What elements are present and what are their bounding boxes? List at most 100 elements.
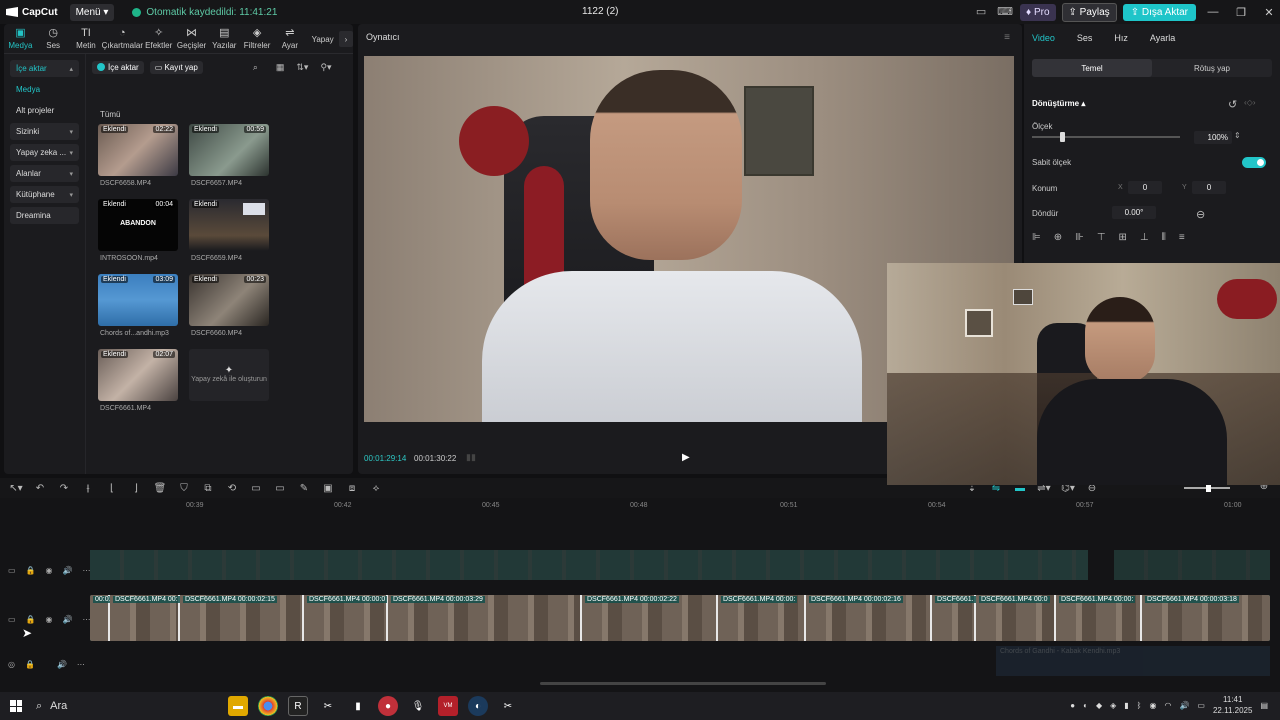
align-center-h-icon[interactable]: ⊕: [1054, 232, 1062, 243]
mic-app-icon[interactable]: ▮: [348, 696, 368, 716]
export-button[interactable]: ⇪ Dışa Aktar: [1122, 3, 1196, 21]
time-ruler[interactable]: 00:39 00:42 00:45 00:48 00:51 00:54 00:5…: [90, 498, 1280, 514]
tab-audio-settings[interactable]: Ses: [1077, 33, 1093, 43]
split-icon[interactable]: ⫲: [76, 483, 100, 494]
bluetooth-icon[interactable]: ᛒ: [1137, 701, 1142, 710]
transform-section[interactable]: Dönüştürme ▴: [1032, 99, 1085, 108]
redo-icon[interactable]: ↷: [52, 483, 76, 494]
tab-media[interactable]: ▣ Medya: [4, 24, 37, 53]
video-clip[interactable]: DSCF6661.MP4 00:00:02:15: [180, 595, 304, 641]
wifi-icon[interactable]: ◠: [1164, 701, 1171, 710]
caption-icon[interactable]: ▣: [316, 483, 340, 494]
tray-app-icon[interactable]: ▮: [1124, 701, 1128, 710]
sidebar-item-library[interactable]: Kütüphane ▾: [10, 186, 79, 203]
zoom-slider[interactable]: [1184, 484, 1230, 492]
tab-ai[interactable]: Yapay: [306, 24, 339, 53]
media-thumbnail[interactable]: Eklendi 02:22: [98, 124, 178, 176]
capcut-icon[interactable]: ✂: [498, 696, 518, 716]
align-left-icon[interactable]: ⊫: [1032, 232, 1041, 243]
media-thumbnail[interactable]: Eklendi 03:09: [98, 274, 178, 326]
video-clip[interactable]: DSCF6661.MP4 00:00:02:16: [806, 595, 932, 641]
distribute-v-icon[interactable]: ≡: [1179, 232, 1185, 243]
align-bottom-icon[interactable]: ⊥: [1140, 232, 1149, 243]
menu-button[interactable]: Menü ▾: [69, 3, 115, 21]
cover-icon[interactable]: ▭: [8, 615, 16, 624]
windows-start-icon[interactable]: [10, 700, 22, 712]
taskbar-clock[interactable]: 11:41 22.11.2025: [1213, 694, 1252, 716]
video-clip[interactable]: 00:01:: [90, 595, 117, 641]
timeline-scrollbar[interactable]: [540, 682, 826, 685]
crop-icon[interactable]: ⧉: [196, 483, 220, 494]
more-icon[interactable]: ⋯: [77, 660, 85, 669]
align-center-v-icon[interactable]: ⊞: [1119, 232, 1127, 243]
lock-icon[interactable]: 🔒: [25, 660, 35, 669]
tab-captions[interactable]: ▤ Yazılar: [208, 24, 241, 53]
scale-slider[interactable]: [1032, 132, 1180, 142]
media-thumbnail[interactable]: Eklendi 00:59: [189, 124, 269, 176]
undo-icon[interactable]: ↶: [28, 483, 52, 494]
cover-icon[interactable]: ▭: [8, 566, 16, 575]
uniform-scale-toggle[interactable]: [1242, 157, 1266, 168]
volume-icon[interactable]: 🔊: [63, 566, 73, 575]
split-left-icon[interactable]: ⌊: [100, 483, 124, 494]
notification-icon[interactable]: ▤: [1260, 701, 1268, 710]
video-clip[interactable]: DSCF6661.MP4 00:: [110, 595, 180, 641]
layout-icon[interactable]: ▭: [972, 5, 990, 19]
rotate-dial-icon[interactable]: ⊖: [1196, 208, 1205, 221]
tab-transitions[interactable]: ⋈ Geçişler: [175, 24, 208, 53]
zoom-knob[interactable]: [1206, 484, 1211, 492]
eye-icon[interactable]: ◉: [46, 566, 53, 575]
sidebar-item-subprojects[interactable]: Alt projeler: [10, 102, 79, 119]
tab-text[interactable]: TI Metin: [70, 24, 103, 53]
media-thumbnail[interactable]: Eklendi 00:04 ABANDON: [98, 199, 178, 251]
audio-wave-icon[interactable]: ⟡: [364, 483, 388, 494]
tray-app-icon[interactable]: ◆: [1096, 701, 1102, 710]
tray-app-icon[interactable]: ◉: [1149, 701, 1156, 710]
tab-adjust-settings[interactable]: Ayarla: [1150, 33, 1175, 43]
import-button[interactable]: İçe aktar: [92, 60, 144, 74]
tab-stickers[interactable]: ◔ Çıkartmalar: [102, 24, 143, 53]
steam-tray-icon[interactable]: ◐: [1083, 701, 1088, 710]
freeze-icon[interactable]: ▭: [268, 483, 292, 494]
volume-icon[interactable]: 🔊: [63, 615, 73, 624]
r-app-icon[interactable]: R: [288, 696, 308, 716]
tab-adjust[interactable]: ⇌ Ayar: [273, 24, 306, 53]
sidebar-item-import[interactable]: İçe aktar ▴: [10, 60, 79, 77]
slider-knob[interactable]: [1060, 132, 1065, 142]
tab-video[interactable]: Video: [1032, 33, 1055, 43]
microphone-icon[interactable]: 🎙: [408, 696, 428, 716]
ai-create-card[interactable]: ✦ Yapay zekâ ile oluşturun: [189, 349, 269, 401]
pro-button[interactable]: ♦ Pro: [1020, 3, 1056, 21]
tab-speed[interactable]: Hız: [1114, 33, 1128, 43]
chrome-icon[interactable]: [258, 696, 278, 716]
tab-effects[interactable]: ✧ Efektler: [142, 24, 175, 53]
media-thumbnail[interactable]: Eklendi 00:23: [189, 274, 269, 326]
video-clip[interactable]: DSCF6661.: [932, 595, 976, 641]
split-right-icon[interactable]: ⌋: [124, 483, 148, 494]
lock-icon[interactable]: 🔒: [26, 566, 36, 575]
battery-icon[interactable]: ▭: [1197, 701, 1205, 710]
select-tool-icon[interactable]: ↖▾: [4, 483, 28, 494]
tray-app-icon[interactable]: ●: [1070, 701, 1075, 710]
scale-value[interactable]: 100%: [1194, 131, 1232, 144]
magic-icon[interactable]: ✎: [292, 483, 316, 494]
volume-icon[interactable]: 🔊: [57, 660, 67, 669]
file-explorer-icon[interactable]: ▬: [228, 696, 248, 716]
close-icon[interactable]: ✕: [1258, 6, 1280, 19]
video-clip[interactable]: DSCF6661.MP4 00:00:03:18: [1142, 595, 1270, 641]
view-grid-icon[interactable]: ▦: [276, 62, 285, 73]
export-frame-icon[interactable]: ⧈: [340, 483, 364, 494]
stepper-icon[interactable]: ⇕: [1234, 131, 1241, 140]
video-clip[interactable]: DSCF6661.MP4 00:00:02:22: [582, 595, 718, 641]
audio-track-icon[interactable]: ◎: [8, 660, 15, 669]
sidebar-item-yours[interactable]: Sizinki ▾: [10, 123, 79, 140]
voicemeeter-icon[interactable]: VM: [438, 696, 458, 716]
obs-icon[interactable]: ●: [378, 696, 398, 716]
align-top-icon[interactable]: ⊤: [1097, 232, 1106, 243]
sidebar-item-media[interactable]: Medya: [10, 81, 79, 98]
video-clip[interactable]: DSCF6661.MP4 00:00:: [718, 595, 806, 641]
keyboard-icon[interactable]: ⌨: [996, 5, 1014, 19]
distribute-h-icon[interactable]: ⫴: [1162, 232, 1166, 243]
video-clip[interactable]: DSCF6661.MP4 00:00:0: [304, 595, 388, 641]
capcut-icon[interactable]: ✂: [318, 696, 338, 716]
